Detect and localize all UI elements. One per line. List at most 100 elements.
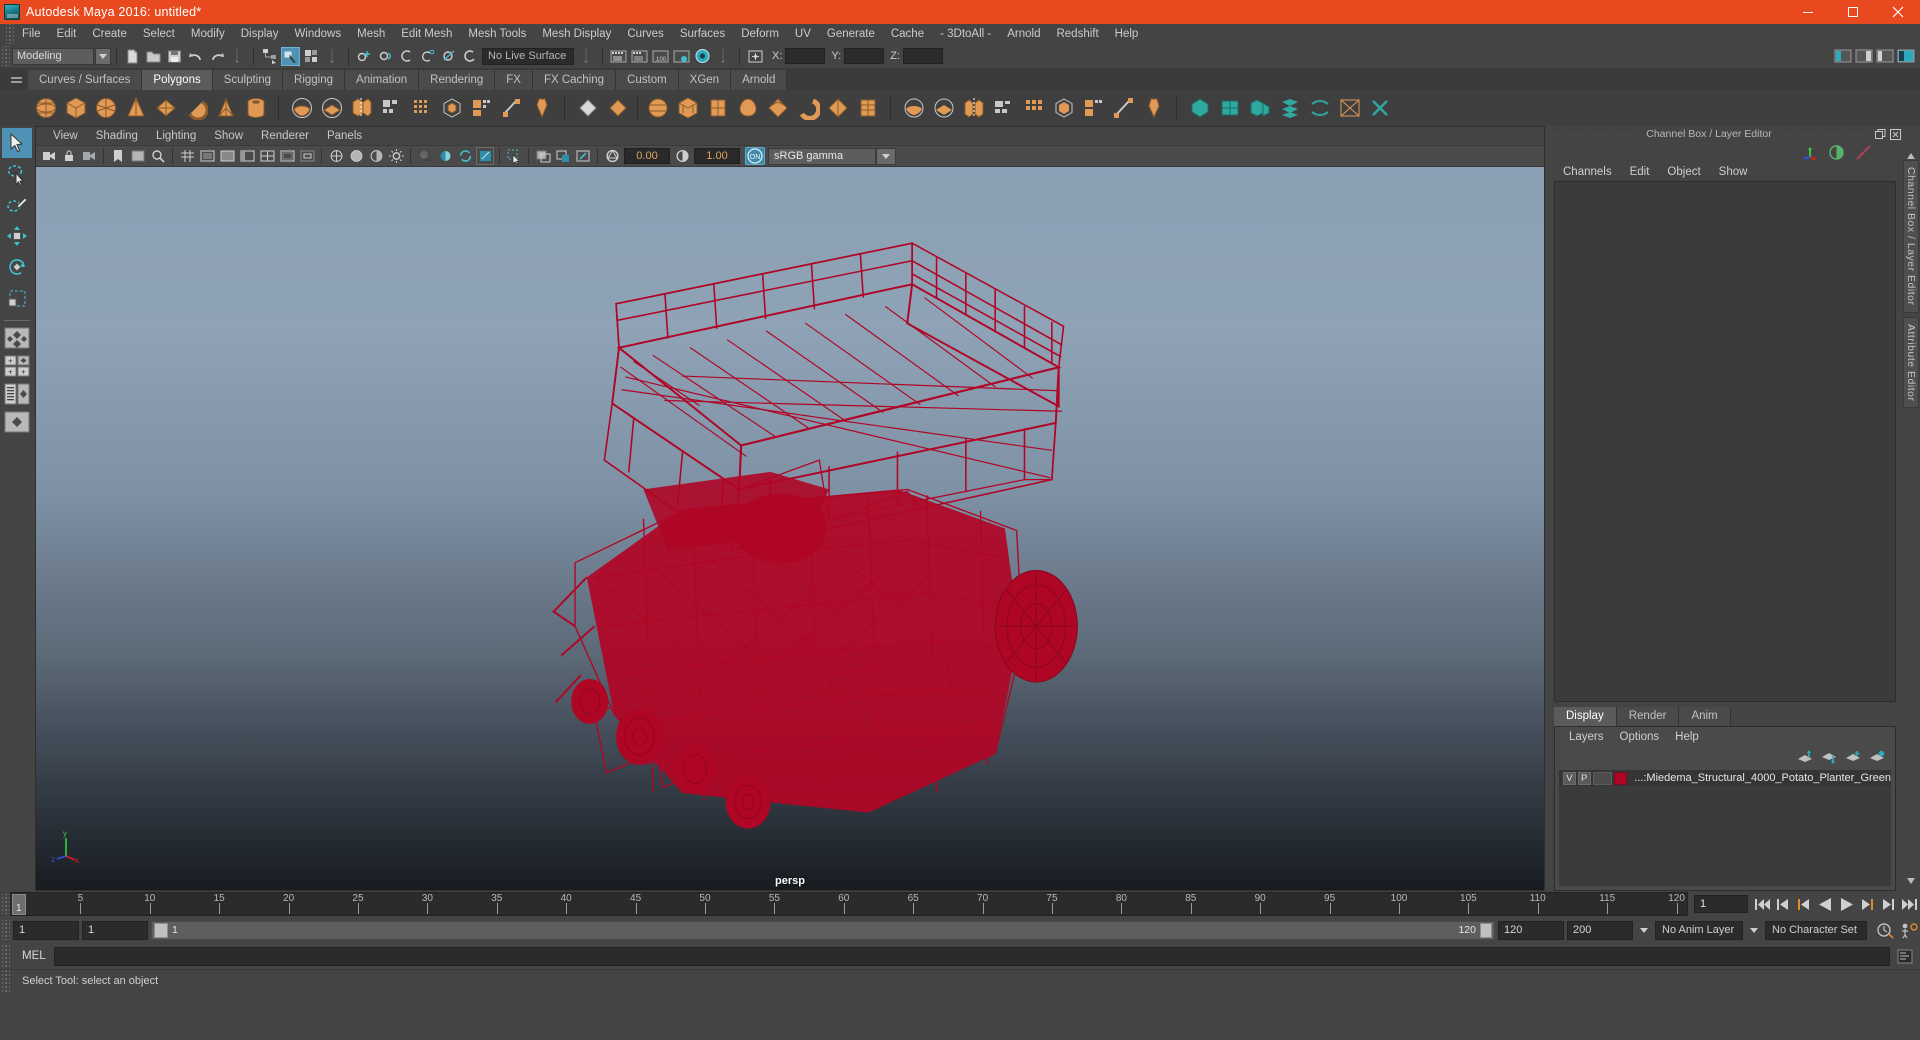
sphere-smooth-icon[interactable]: [318, 95, 345, 122]
shelf-menu-icon[interactable]: [5, 70, 27, 90]
hypershade-icon[interactable]: [693, 47, 712, 66]
character-set-field[interactable]: No Character Set: [1765, 920, 1867, 940]
character-set-icon[interactable]: [1900, 920, 1919, 940]
layer-tab-display[interactable]: Display: [1554, 707, 1617, 726]
coord-field-x[interactable]: [785, 48, 826, 64]
screen-space-ao-icon[interactable]: [436, 147, 454, 165]
multi-cut-icon[interactable]: [1050, 95, 1077, 122]
persp-outliner-layout-icon[interactable]: + + +: [2, 353, 32, 379]
xray-active-components-icon[interactable]: [574, 147, 592, 165]
scroll-up-icon[interactable]: [1906, 152, 1916, 160]
four-view-layout-icon[interactable]: [2, 325, 32, 351]
layer-playback-toggle[interactable]: P: [1577, 771, 1591, 785]
sidetab-channel-box[interactable]: Channel Box / Layer Editor: [1903, 160, 1919, 313]
poly-bevel-icon[interactable]: [528, 95, 555, 122]
menu-uv[interactable]: UV: [787, 26, 819, 42]
snap-to-view-plane-icon[interactable]: [439, 47, 458, 66]
menu-grip[interactable]: [6, 24, 14, 44]
step-back-frame-button[interactable]: [1795, 894, 1814, 914]
current-frame-field[interactable]: 1: [1694, 895, 1748, 913]
shelf-tab-fx[interactable]: FX: [495, 70, 533, 90]
new-scene-icon[interactable]: [123, 47, 142, 66]
channel-box-menu-show[interactable]: Show: [1710, 166, 1757, 178]
playback-start-field[interactable]: 1: [82, 920, 148, 940]
toggle-channel-display-icon[interactable]: [1828, 144, 1845, 161]
play-forwards-button[interactable]: [1837, 894, 1856, 914]
menu-cache[interactable]: Cache: [883, 26, 932, 42]
boolean-icon[interactable]: [930, 95, 957, 122]
sidetab-attribute-editor[interactable]: Attribute Editor: [1903, 316, 1919, 408]
anim-layer-dropdown-arrow[interactable]: [1636, 921, 1652, 940]
range-end-field[interactable]: 200: [1567, 920, 1633, 940]
safe-action-icon[interactable]: [278, 147, 296, 165]
color-management-dropdown-arrow[interactable]: [876, 147, 896, 165]
crease-tool-icon[interactable]: [1366, 95, 1393, 122]
channel-box-menu-channels[interactable]: Channels: [1554, 166, 1621, 178]
redo-icon[interactable]: [207, 47, 226, 66]
multisample-aa-icon[interactable]: [476, 147, 494, 165]
color-management-toggle[interactable]: ON: [745, 147, 765, 165]
menu-help[interactable]: Help: [1107, 26, 1147, 42]
toggle-tool-settings-icon[interactable]: [1875, 47, 1894, 66]
menu-display[interactable]: Display: [233, 26, 287, 42]
snap-to-curve-icon[interactable]: [376, 47, 395, 66]
range-slider-bar[interactable]: 1 120: [151, 920, 1495, 940]
menu-windows[interactable]: Windows: [286, 26, 349, 42]
minimize-button[interactable]: [1785, 0, 1830, 24]
status-grip[interactable]: [2, 46, 10, 66]
go-to-start-button[interactable]: [1753, 894, 1772, 914]
sphere-sculpt-icon[interactable]: [288, 95, 315, 122]
use-all-lights-icon[interactable]: [387, 147, 405, 165]
menu-3dtoall[interactable]: - 3DtoAll -: [932, 26, 999, 42]
menu-create[interactable]: Create: [84, 26, 135, 42]
menu-mesh[interactable]: Mesh: [349, 26, 393, 42]
film-gate-icon[interactable]: [198, 147, 216, 165]
render-sequence-icon[interactable]: 100: [651, 47, 670, 66]
layer-tab-render[interactable]: Render: [1616, 707, 1680, 726]
menu-surfaces[interactable]: Surfaces: [672, 26, 733, 42]
range-start-field[interactable]: 1: [13, 920, 79, 940]
poly-cone-alt-icon[interactable]: [734, 95, 761, 122]
smooth-proxy-icon[interactable]: [438, 95, 465, 122]
channel-box-content[interactable]: [1554, 181, 1896, 702]
command-input[interactable]: [53, 946, 1890, 966]
target-weld-icon[interactable]: [1080, 95, 1107, 122]
poly-diamond-icon[interactable]: [764, 95, 791, 122]
help-line-grip[interactable]: [2, 969, 10, 992]
poly-grid-alt-icon[interactable]: [1020, 95, 1047, 122]
single-persp-layout-icon[interactable]: [2, 409, 32, 435]
shelf-tab-fx-caching[interactable]: FX Caching: [532, 70, 617, 90]
viewport-menu-renderer[interactable]: Renderer: [252, 130, 318, 142]
mirror-geometry-icon[interactable]: [900, 95, 927, 122]
sculpt-geometry-icon[interactable]: [1186, 95, 1213, 122]
layer-menu-help[interactable]: Help: [1667, 731, 1707, 743]
maximize-button[interactable]: [1830, 0, 1875, 24]
layer-display-type-toggle[interactable]: [1592, 771, 1612, 785]
poly-cylinder-alt-icon[interactable]: [704, 95, 731, 122]
poly-plane-icon[interactable]: [152, 95, 179, 122]
menu-deform[interactable]: Deform: [733, 26, 787, 42]
layer-list[interactable]: V P ...:Miedema_Structural_4000_Potato_P…: [1559, 770, 1891, 886]
image-plane-icon[interactable]: [129, 147, 147, 165]
shelf-tab-arnold[interactable]: Arnold: [731, 70, 788, 90]
menuset-dropdown-arrow[interactable]: [95, 47, 111, 65]
character-set-dropdown-arrow[interactable]: [1746, 921, 1762, 940]
shelf-tab-sculpting[interactable]: Sculpting: [212, 70, 284, 90]
snap-to-point-icon[interactable]: [397, 47, 416, 66]
uv-layout-icon[interactable]: [1276, 95, 1303, 122]
move-layer-down-icon[interactable]: [1821, 750, 1837, 764]
step-back-key-button[interactable]: [1774, 894, 1793, 914]
command-line-grip[interactable]: [2, 945, 10, 967]
viewport-3d[interactable]: y x z persp: [36, 167, 1544, 890]
poly-helix-icon[interactable]: [854, 95, 881, 122]
poly-pipe-icon[interactable]: [242, 95, 269, 122]
open-scene-icon[interactable]: [144, 47, 163, 66]
menu-select[interactable]: Select: [135, 26, 183, 42]
restore-window-icon[interactable]: [1874, 128, 1887, 141]
menu-arnold[interactable]: Arnold: [999, 26, 1048, 42]
ipr-render-icon[interactable]: [630, 47, 649, 66]
connect-components-icon[interactable]: [1110, 95, 1137, 122]
speed-ramp-icon[interactable]: [1855, 144, 1872, 161]
motion-blur-icon[interactable]: [456, 147, 474, 165]
menu-edit-mesh[interactable]: Edit Mesh: [393, 26, 460, 42]
